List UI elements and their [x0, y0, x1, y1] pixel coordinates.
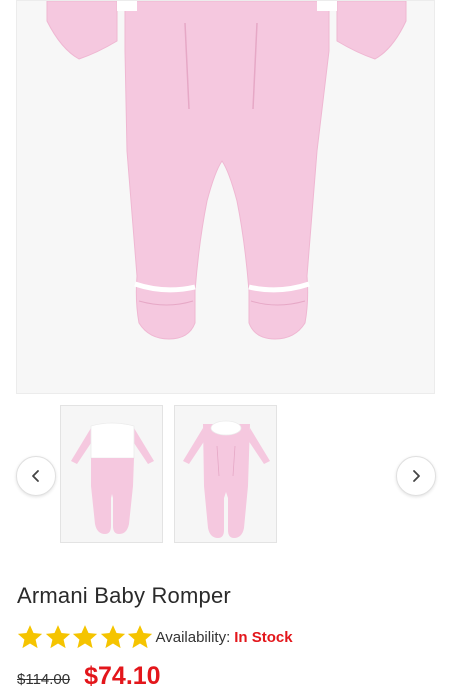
star-icon: [72, 625, 98, 649]
baby-romper-front-thumbnail: [71, 422, 154, 534]
product-title: Armani Baby Romper: [17, 583, 231, 608]
gallery-thumbnail-2[interactable]: [174, 405, 277, 543]
sale-price: $74.10: [84, 662, 161, 690]
chevron-right-icon: [413, 470, 420, 482]
availability-status: In Stock: [234, 628, 293, 646]
star-rating[interactable]: [16, 623, 154, 651]
star-icon: [45, 625, 70, 649]
romper-illustration: [46, 1, 407, 340]
price-row: $114.00 $74.10: [17, 662, 161, 691]
gallery-next-button[interactable]: [396, 456, 436, 496]
gallery-prev-button[interactable]: [16, 456, 56, 496]
gallery-thumbnail-1[interactable]: [60, 405, 163, 543]
product-main-image[interactable]: [16, 0, 435, 394]
rating-availability-row: Availability: In Stock: [16, 622, 293, 652]
original-price: $114.00: [17, 671, 71, 688]
baby-romper-collar-thumbnail: [183, 420, 270, 538]
star-icon: [100, 625, 125, 649]
availability-label: Availability:: [155, 628, 231, 646]
star-icon: [127, 625, 153, 649]
chevron-left-icon: [32, 470, 39, 482]
star-icon: [17, 625, 43, 649]
